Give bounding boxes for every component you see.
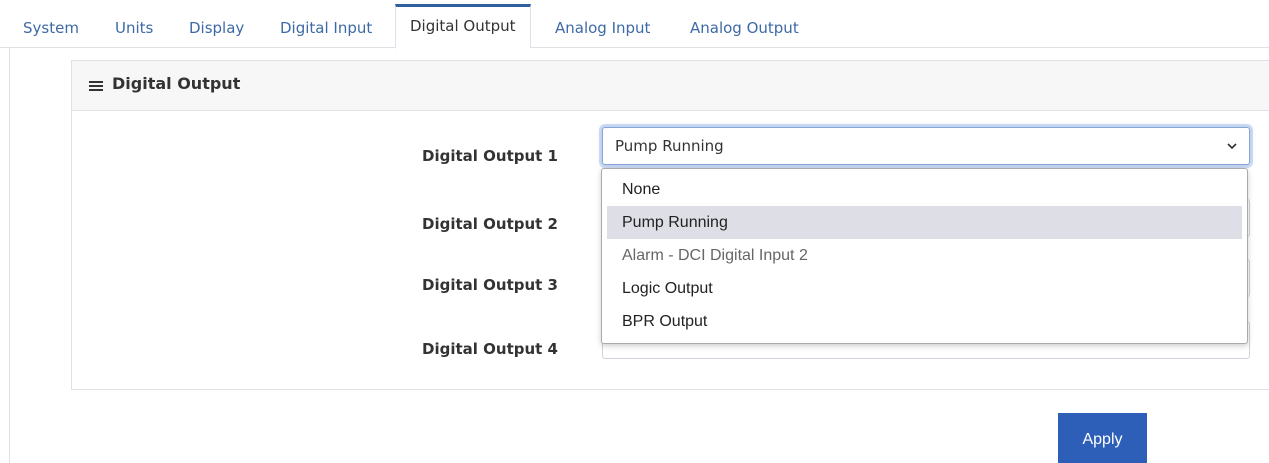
dropdown-option-bpr-output[interactable]: BPR Output (607, 305, 1242, 338)
dropdown-option-none[interactable]: None (607, 173, 1242, 206)
dropdown-option-alarm-dci-digital-input-2: Alarm - DCI Digital Input 2 (622, 247, 808, 264)
tab-display[interactable]: Display (180, 4, 253, 48)
digital-output-2-label: Digital Output 2 (422, 215, 558, 233)
digital-output-1-dropdown: None Pump Running Alarm - DCI Digital In… (601, 168, 1248, 344)
dropdown-option-logic-output[interactable]: Logic Output (607, 272, 1242, 305)
digital-output-4-label: Digital Output 4 (422, 340, 558, 358)
card-title: Digital Output (112, 74, 241, 93)
digital-output-1-label: Digital Output 1 (422, 147, 558, 165)
tab-units[interactable]: Units (106, 4, 162, 48)
tab-analog-input[interactable]: Analog Input (546, 4, 659, 48)
tab-digital-output[interactable]: Digital Output (395, 4, 531, 49)
dropdown-option-pump-running[interactable]: Pump Running (607, 206, 1242, 239)
tab-bar: System Units Display Digital Input Digit… (0, 0, 1269, 49)
settings-page: System Units Display Digital Input Digit… (0, 0, 1269, 463)
digital-output-1-select[interactable]: Pump Running (602, 127, 1250, 165)
tab-digital-input[interactable]: Digital Input (271, 4, 381, 48)
card-header: Digital Output (72, 61, 1269, 111)
chevron-down-icon (1227, 143, 1237, 150)
digital-output-1-value: Pump Running (615, 137, 724, 155)
hamburger-menu-icon (89, 81, 103, 91)
digital-output-3-label: Digital Output 3 (422, 276, 558, 294)
tab-system[interactable]: System (14, 4, 88, 48)
tab-analog-output[interactable]: Analog Output (681, 4, 808, 48)
apply-button[interactable]: Apply (1058, 413, 1147, 463)
